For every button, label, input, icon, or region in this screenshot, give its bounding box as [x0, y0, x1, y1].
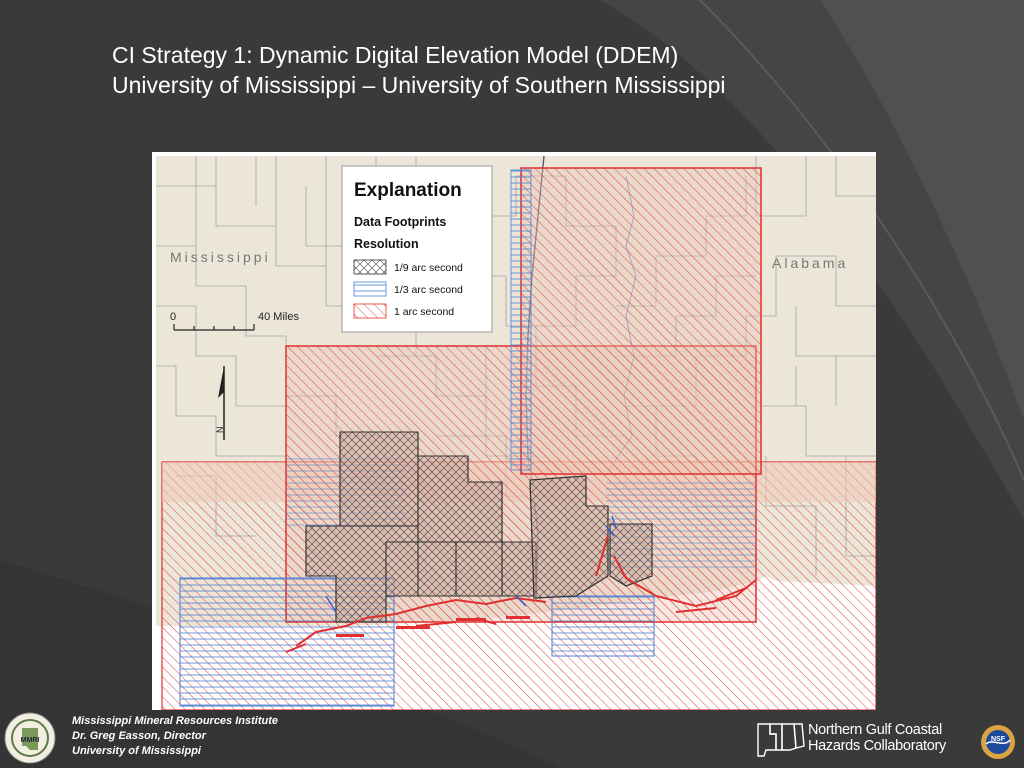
map-legend: Explanation Data Footprints Resolution 1…	[341, 165, 493, 333]
slide-title-line1: CI Strategy 1: Dynamic Digital Elevation…	[112, 42, 679, 68]
footer-university: University of Mississippi	[72, 745, 201, 757]
legend-swatch-diagonal	[353, 303, 387, 319]
mmri-seal-text: MMRI	[21, 737, 40, 744]
footer-institute: Mississippi Mineral Resources Institute	[72, 715, 279, 727]
map-panel: Mississippi Alabama 0 40 Miles N Explana…	[152, 152, 876, 710]
footer-credits: Mississippi Mineral Resources Institute …	[72, 714, 278, 759]
north-arrow-label: N	[215, 427, 225, 434]
scale-start-label: 0	[170, 311, 176, 323]
state-label-alabama: Alabama	[772, 255, 848, 271]
slide-title: CI Strategy 1: Dynamic Digital Elevation…	[112, 40, 726, 100]
state-label-mississippi: Mississippi	[170, 249, 271, 265]
scale-end-label: 40 Miles	[258, 311, 299, 323]
ngchc-line2: Hazards Collaboratory	[808, 738, 946, 754]
ngchc-states-logo	[757, 723, 805, 757]
ngchc-wordmark: Northern Gulf Coastal Hazards Collaborat…	[808, 722, 946, 754]
legend-subtitle-resolution: Resolution	[354, 237, 419, 251]
legend-subtitle-footprints: Data Footprints	[354, 215, 446, 229]
coverage-map: Mississippi Alabama 0 40 Miles N Explana…	[156, 156, 876, 710]
mmri-seal-logo: MMRI	[4, 712, 56, 764]
legend-swatch-horizontal	[353, 281, 387, 297]
legend-label-1-3: 1/3 arc second	[394, 284, 463, 296]
legend-title: Explanation	[354, 180, 462, 201]
ngchc-line1: Northern Gulf Coastal	[808, 722, 942, 738]
nsf-logo-text: NSF	[991, 736, 1006, 743]
nsf-logo: NSF	[981, 725, 1015, 759]
footer-director: Dr. Greg Easson, Director	[72, 730, 206, 742]
legend-label-1: 1 arc second	[394, 306, 454, 318]
legend-label-1-9: 1/9 arc second	[394, 262, 463, 274]
legend-swatch-crosshatch	[353, 259, 387, 275]
slide-title-line2: University of Mississippi – University o…	[112, 72, 726, 98]
